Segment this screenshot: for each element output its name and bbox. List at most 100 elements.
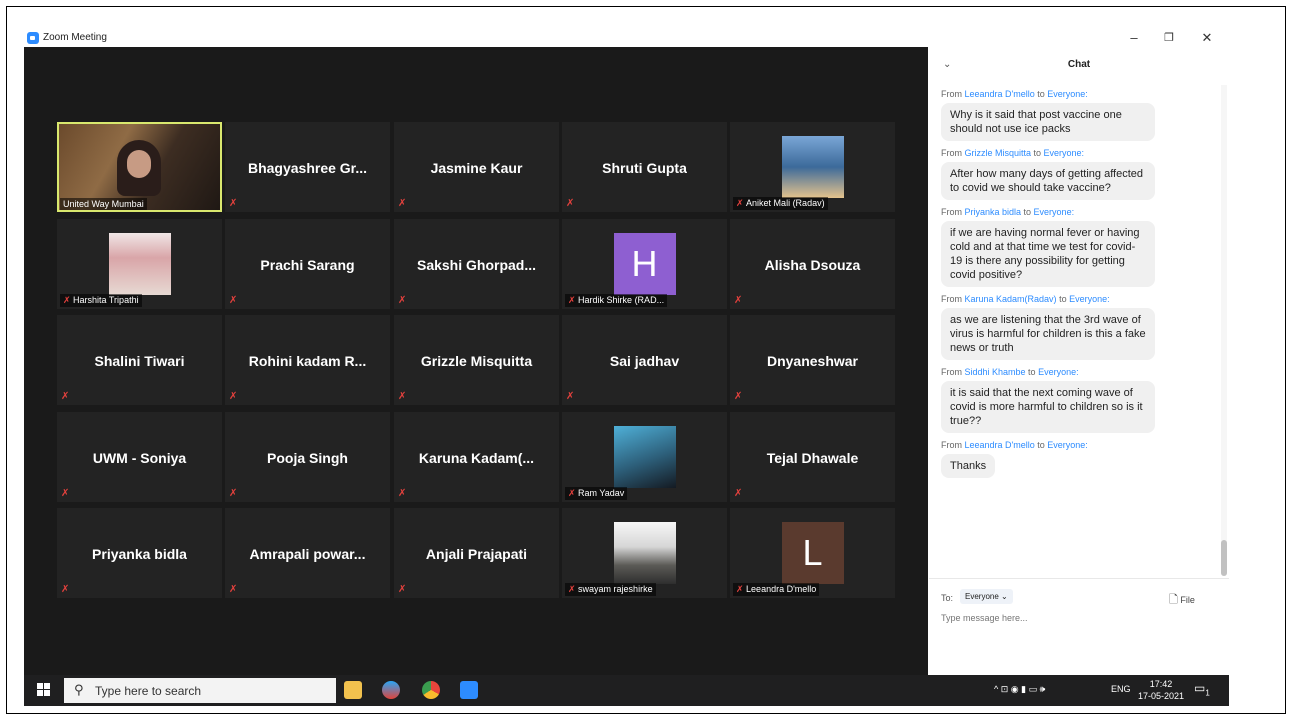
participant-name: Amrapali powar...	[249, 546, 366, 562]
participant-tile[interactable]: Dnyaneshwar ✗	[730, 315, 895, 405]
participant-name: Rohini kadam R...	[248, 353, 367, 369]
participant-tile[interactable]: Amrapali powar... ✗	[225, 508, 390, 598]
sender-name[interactable]: Leeandra D'mello	[965, 440, 1035, 450]
participant-tile[interactable]: Karuna Kadam(... ✗	[394, 412, 559, 502]
participant-label-text: United Way Mumbai	[63, 199, 144, 209]
system-tray-icons[interactable]: ^ ⊡ ◉ ▮ ▭ 🕪	[994, 684, 1045, 695]
chat-scrollbar-thumb[interactable]	[1221, 540, 1227, 576]
mic-muted-icon: ✗	[61, 391, 70, 402]
recipient-name: Everyone:	[1047, 89, 1088, 99]
mic-muted-icon: ✗	[568, 488, 579, 498]
mic-muted-icon: ✗	[398, 584, 407, 595]
window-title: Zoom Meeting	[43, 32, 107, 43]
taskbar-clock[interactable]: 17:42 17-05-2021	[1136, 678, 1186, 702]
chat-message-sender: From Priyanka bidla to Everyone:	[941, 207, 1211, 217]
file-button[interactable]: 🗋 File	[1169, 591, 1195, 610]
mic-muted-icon: ✗	[398, 198, 407, 209]
mic-muted-icon: ✗	[229, 391, 238, 402]
to-word: to	[1056, 294, 1070, 304]
participant-tile[interactable]: ✗ Aniket Mali (Radav)	[730, 122, 895, 212]
minimize-button[interactable]: –	[1124, 30, 1144, 45]
to-word: to	[1021, 207, 1034, 217]
participant-tile[interactable]: Tejal Dhawale ✗	[730, 412, 895, 502]
recipient-select[interactable]: Everyone ⌄	[960, 589, 1013, 604]
recipient-name: Everyone:	[1043, 148, 1085, 158]
participant-tile[interactable]: Anjali Prajapati ✗	[394, 508, 559, 598]
chrome-icon[interactable]	[422, 681, 440, 699]
mic-muted-icon: ✗	[568, 295, 579, 305]
from-prefix: From	[941, 148, 965, 158]
chat-messages: From Leeandra D'mello to Everyone: Why is…	[941, 89, 1211, 485]
participant-label: ✗ Leeandra D'mello	[733, 583, 820, 596]
participant-tile[interactable]: ✗ swayam rajeshirke	[562, 508, 727, 598]
chat-message-input[interactable]	[941, 613, 1211, 623]
participant-tile[interactable]: Bhagyashree Gr... ✗	[225, 122, 390, 212]
participant-tile[interactable]: United Way Mumbai	[57, 122, 222, 212]
participant-tile[interactable]: Rohini kadam R... ✗	[225, 315, 390, 405]
participant-tile[interactable]: ✗ Ram Yadav	[562, 412, 727, 502]
participant-name: Grizzle Misquitta	[420, 353, 533, 369]
mic-muted-icon: ✗	[736, 584, 747, 594]
person-face	[127, 150, 151, 178]
chat-message-bubble: Why is it said that post vaccine one sho…	[941, 103, 1155, 141]
participant-tile[interactable]: ✗ Harshita Tripathi	[57, 219, 222, 309]
participant-name: Shruti Gupta	[602, 160, 687, 176]
participant-tile[interactable]: Alisha Dsouza ✗	[730, 219, 895, 309]
file-explorer-icon[interactable]	[344, 681, 362, 699]
participant-tile[interactable]: Shruti Gupta ✗	[562, 122, 727, 212]
to-label: To:	[941, 593, 954, 603]
windows-start-icon[interactable]	[37, 683, 51, 697]
windows-taskbar: ⚲ Type here to search ^ ⊡ ◉ ▮ ▭ 🕪 ENG 17…	[24, 675, 1229, 706]
sender-name[interactable]: Siddhi Khambe	[965, 367, 1026, 377]
mic-muted-icon: ✗	[229, 488, 238, 499]
recipient-name: Everyone:	[1069, 294, 1110, 304]
zoom-taskbar-icon[interactable]	[460, 681, 478, 699]
participant-tile[interactable]: L ✗ Leeandra D'mello	[730, 508, 895, 598]
recipient-name: Everyone:	[1033, 207, 1075, 217]
participant-tile[interactable]: Pooja Singh ✗	[225, 412, 390, 502]
participant-tile[interactable]: Sai jadhav ✗	[562, 315, 727, 405]
clock-time: 17:42	[1149, 679, 1173, 689]
sender-name[interactable]: Priyanka bidla	[965, 207, 1022, 217]
participant-label: ✗ Harshita Tripathi	[60, 294, 142, 307]
chat-message-sender: From Karuna Kadam(Radav) to Everyone:	[941, 294, 1211, 304]
taskbar-search-placeholder: Type here to search	[95, 684, 202, 698]
to-word: to	[1031, 148, 1044, 158]
participant-tile[interactable]: Sakshi Ghorpad... ✗	[394, 219, 559, 309]
sender-name[interactable]: Grizzle Misquitta	[965, 148, 1032, 158]
participant-name: Bhagyashree Gr...	[247, 160, 368, 176]
participant-tile[interactable]: Shalini Tiwari ✗	[57, 315, 222, 405]
video-gallery: United Way Mumbai Bhagyashree Gr... ✗ Jasmi…	[24, 47, 928, 675]
participant-label: United Way Mumbai	[60, 198, 147, 210]
mic-muted-icon: ✗	[568, 584, 579, 594]
participant-name: Karuna Kadam(...	[418, 450, 535, 466]
mic-muted-icon: ✗	[566, 391, 575, 402]
taskbar-search-box[interactable]: ⚲ Type here to search	[64, 678, 336, 703]
sender-name[interactable]: Karuna Kadam(Radav)	[965, 294, 1057, 304]
participant-tile[interactable]: Priyanka bidla ✗	[57, 508, 222, 598]
paint-app-icon[interactable]	[382, 681, 400, 699]
chat-message-sender: From Leeandra D'mello to Everyone:	[941, 440, 1211, 450]
participant-tile[interactable]: Prachi Sarang ✗	[225, 219, 390, 309]
maximize-button[interactable]: ❐	[1159, 31, 1179, 44]
sender-name[interactable]: Leeandra D'mello	[965, 89, 1035, 99]
mic-muted-icon: ✗	[398, 391, 407, 402]
mic-muted-icon: ✗	[734, 488, 743, 499]
language-indicator[interactable]: ENG	[1111, 684, 1131, 694]
notification-icon[interactable]: ▭1	[1194, 681, 1210, 699]
chat-message-bubble: as we are listening that the 3rd wave of…	[941, 308, 1155, 360]
participant-tile[interactable]: H ✗ Hardik Shirke (RAD...	[562, 219, 727, 309]
to-word: to	[1034, 440, 1048, 450]
from-prefix: From	[941, 89, 965, 99]
participant-tile[interactable]: Grizzle Misquitta ✗	[394, 315, 559, 405]
participant-tile[interactable]: Jasmine Kaur ✗	[394, 122, 559, 212]
from-prefix: From	[941, 367, 965, 377]
chat-message-sender: From Siddhi Khambe to Everyone:	[941, 367, 1211, 377]
participant-name: Pooja Singh	[267, 450, 348, 466]
chat-scrollbar-track[interactable]	[1221, 85, 1227, 575]
participant-label-text: swayam rajeshirke	[578, 584, 653, 594]
participant-tile[interactable]: UWM - Soniya ✗	[57, 412, 222, 502]
chat-message-bubble: After how many days of getting affected …	[941, 162, 1155, 200]
close-button[interactable]: ✕	[1197, 30, 1217, 46]
participant-name: Shalini Tiwari	[94, 353, 185, 369]
